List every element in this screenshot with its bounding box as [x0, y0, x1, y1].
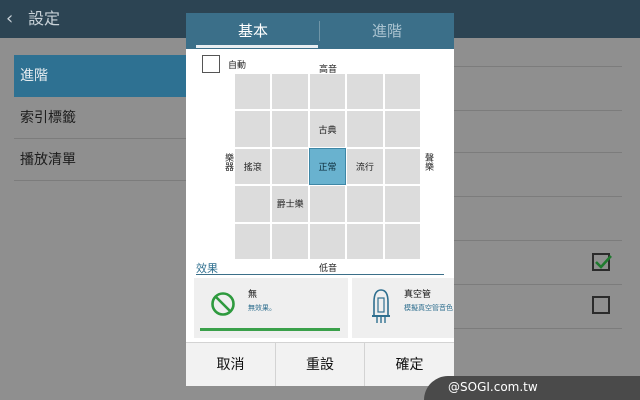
- effect-description: 模擬真空管音色: [404, 304, 453, 312]
- no-effect-icon: [211, 292, 235, 316]
- grid-cell[interactable]: [309, 223, 346, 259]
- grid-cell[interactable]: [235, 186, 271, 222]
- grid-cell[interactable]: [235, 223, 271, 259]
- grid-cell[interactable]: [309, 74, 346, 110]
- effect-card-tube[interactable]: 真空管 模擬真空管音色: [352, 278, 454, 338]
- check-icon: [595, 255, 612, 269]
- effect-name: 真空管: [404, 290, 432, 300]
- divider: [454, 328, 622, 329]
- setting-checkbox[interactable]: [592, 296, 610, 314]
- grid-cell-jazz[interactable]: 爵士樂: [272, 186, 308, 222]
- axis-label-low: 低音: [318, 264, 337, 274]
- grid-cell[interactable]: [347, 111, 383, 147]
- grid-cell[interactable]: [272, 223, 308, 259]
- tab-bar: 基本 進階: [186, 13, 454, 49]
- sidebar-item-tabs[interactable]: 索引標籤: [14, 97, 186, 139]
- effect-description: 無效果。: [248, 304, 276, 312]
- divider: [454, 66, 622, 67]
- effects-divider: [196, 274, 444, 275]
- equalizer-grid: 古典 搖滾 正常 流行 爵士樂: [235, 74, 420, 259]
- effect-selected-bar: [200, 328, 340, 331]
- grid-cell-rock[interactable]: 搖滾: [235, 148, 271, 185]
- grid-cell[interactable]: [347, 223, 383, 259]
- axis-label-vocal: 聲樂: [423, 153, 433, 171]
- divider: [454, 110, 622, 111]
- tab-advanced[interactable]: 進階: [320, 13, 454, 49]
- grid-cell[interactable]: [309, 186, 346, 222]
- tab-basic[interactable]: 基本: [186, 13, 320, 49]
- grid-cell[interactable]: [272, 148, 308, 185]
- grid-cell-normal[interactable]: 正常: [308, 147, 347, 186]
- sidebar-item-playlist[interactable]: 播放清單: [14, 139, 186, 181]
- grid-cell[interactable]: [347, 186, 383, 222]
- back-arrow-icon[interactable]: ‹: [6, 9, 20, 29]
- axis-label-instrument: 樂器: [223, 153, 233, 171]
- grid-cell[interactable]: [347, 74, 383, 110]
- grid-cell-classical[interactable]: 古典: [309, 111, 346, 147]
- sidebar-item-advanced[interactable]: 進階: [14, 55, 186, 97]
- auto-checkbox[interactable]: [202, 55, 220, 73]
- setting-checkbox-checked[interactable]: [592, 253, 612, 271]
- effect-card-none[interactable]: 無 無效果。: [194, 278, 348, 338]
- watermark-text: @SOGI.com.tw: [448, 380, 538, 394]
- reset-button[interactable]: 重設: [275, 343, 365, 386]
- grid-cell[interactable]: [235, 74, 271, 110]
- grid-cell[interactable]: [272, 111, 308, 147]
- grid-cell-pop[interactable]: 流行: [347, 148, 383, 185]
- divider: [454, 152, 622, 153]
- vacuum-tube-icon: [372, 289, 390, 323]
- grid-cell[interactable]: [384, 148, 420, 185]
- dialog-button-bar: 取消 重設 確定: [186, 342, 454, 386]
- grid-cell[interactable]: [272, 74, 308, 110]
- equalizer-dialog: 基本 進階 自動 高音 樂器 聲樂 古典 搖滾 正常 流行 爵士樂 效果 低音 …: [186, 13, 454, 386]
- effect-name: 無: [248, 290, 258, 300]
- grid-cell[interactable]: [384, 223, 420, 259]
- auto-label: 自動: [228, 61, 247, 71]
- grid-cell[interactable]: [384, 186, 420, 222]
- grid-cell[interactable]: [384, 111, 420, 147]
- divider: [454, 284, 622, 285]
- grid-cell[interactable]: [384, 74, 420, 110]
- divider: [454, 240, 622, 241]
- page-title: 設定: [28, 9, 61, 28]
- divider: [454, 196, 622, 197]
- grid-cell[interactable]: [235, 111, 271, 147]
- tab-indicator: [196, 45, 318, 48]
- cancel-button[interactable]: 取消: [186, 343, 275, 386]
